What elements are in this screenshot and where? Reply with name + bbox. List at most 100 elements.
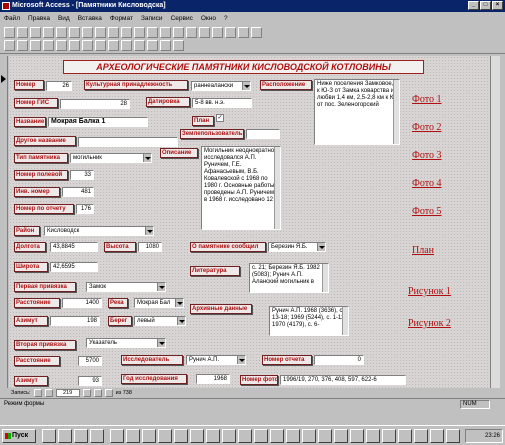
sort-asc-icon[interactable] <box>147 27 158 38</box>
otchet-field[interactable]: 176 <box>76 204 94 214</box>
opis-memo[interactable]: Могильник неоднократно исследовался А.П.… <box>201 146 281 230</box>
print-icon[interactable] <box>30 27 41 38</box>
risunok-1-link[interactable]: Рисунок 1 <box>408 286 451 297</box>
maximize-button[interactable]: □ <box>480 1 491 10</box>
taskbar-app-icon[interactable] <box>286 429 300 443</box>
shirota-field[interactable]: 42,6595 <box>50 262 98 272</box>
print-preview-icon[interactable] <box>43 27 54 38</box>
menu-file[interactable]: Файл <box>4 15 20 22</box>
foto-2-link[interactable]: Фото 2 <box>412 122 442 133</box>
save-icon[interactable] <box>17 27 28 38</box>
current-record-field[interactable]: 219 <box>55 389 80 397</box>
soobsh-combobox[interactable]: Березин Я.Б. <box>268 242 326 252</box>
datirovka-field[interactable]: 5-8 вв. н.э. <box>192 98 252 108</box>
special-effect-icon[interactable] <box>173 40 184 51</box>
taskbar-app-icon[interactable] <box>58 429 72 443</box>
gis-field[interactable]: 28 <box>60 99 130 109</box>
plan-checkbox[interactable]: ✓ <box>216 114 224 122</box>
chevron-down-icon[interactable] <box>143 154 151 162</box>
chevron-down-icon[interactable] <box>145 227 153 235</box>
font-icon[interactable] <box>17 40 28 51</box>
taskbar-app-icon[interactable] <box>110 429 124 443</box>
kult-combobox[interactable]: раннеалански <box>191 81 251 91</box>
raion-combobox[interactable]: Кисловодск <box>44 226 154 236</box>
other-name-field[interactable] <box>78 137 178 147</box>
taskbar-app-icon[interactable] <box>254 429 268 443</box>
paste-icon[interactable] <box>95 27 106 38</box>
chevron-down-icon[interactable] <box>177 317 185 325</box>
taskbar-app-icon[interactable] <box>350 429 364 443</box>
taskbar-app-icon[interactable] <box>398 429 412 443</box>
find-icon[interactable] <box>186 27 197 38</box>
issl-combobox[interactable]: Рунич А.П. <box>186 355 246 365</box>
copy-icon[interactable] <box>82 27 93 38</box>
menu-insert[interactable]: Вставка <box>78 15 102 22</box>
start-button[interactable]: Пуск <box>2 429 36 443</box>
taskbar-app-icon[interactable] <box>382 429 396 443</box>
chevron-down-icon[interactable] <box>317 243 325 251</box>
cut-icon[interactable] <box>69 27 80 38</box>
taskbar-app-icon[interactable] <box>414 429 428 443</box>
align-left-icon[interactable] <box>82 40 93 51</box>
rast1-field[interactable]: 1400 <box>62 298 102 308</box>
object-select-icon[interactable] <box>4 40 15 51</box>
risunok-2-link[interactable]: Рисунок 2 <box>408 318 451 329</box>
memo-scrollbar[interactable] <box>274 147 280 229</box>
chevron-down-icon[interactable] <box>157 339 165 347</box>
help-icon[interactable] <box>251 27 262 38</box>
taskbar-app-icon[interactable] <box>222 429 236 443</box>
taskbar-app-icon[interactable] <box>74 429 88 443</box>
menu-records[interactable]: Записи <box>141 15 163 22</box>
priv2-combobox[interactable]: Указатель <box>86 338 166 348</box>
close-button[interactable]: × <box>492 1 503 10</box>
undo-icon[interactable] <box>121 27 132 38</box>
menu-format[interactable]: Формат <box>110 15 133 22</box>
vertical-scrollbar[interactable] <box>490 56 500 388</box>
rast2-field[interactable]: 5700 <box>78 356 102 366</box>
god-field[interactable]: 1968 <box>196 374 230 384</box>
last-record-icon[interactable] <box>93 389 102 397</box>
chevron-down-icon[interactable] <box>242 82 250 90</box>
format-painter-icon[interactable] <box>108 27 119 38</box>
minimize-button[interactable]: _ <box>468 1 479 10</box>
taskbar-app-icon[interactable] <box>158 429 172 443</box>
taskbar-app-icon[interactable] <box>238 429 252 443</box>
taskbar-app-icon[interactable] <box>206 429 220 443</box>
taskbar-app-icon[interactable] <box>126 429 140 443</box>
database-window-icon[interactable] <box>225 27 236 38</box>
nomer-field[interactable]: 26 <box>46 81 72 91</box>
type-combobox[interactable]: могильник <box>70 153 152 163</box>
raspol-memo[interactable]: Ниже поселения Замковое, к Ю-З от Замка … <box>314 79 400 145</box>
design-view-icon[interactable] <box>4 27 15 38</box>
italic-icon[interactable] <box>56 40 67 51</box>
taskbar-app-icon[interactable] <box>302 429 316 443</box>
arch-memo[interactable]: Рунич А.П. 1968 (3636), с. 13-18; 1969 (… <box>269 306 349 336</box>
taskbar-app-icon[interactable] <box>190 429 204 443</box>
polevoi-field[interactable]: 33 <box>70 170 94 180</box>
line-color-icon[interactable] <box>147 40 158 51</box>
taskbar-app-icon[interactable] <box>42 429 56 443</box>
taskbar-app-icon[interactable] <box>270 429 284 443</box>
first-record-icon[interactable] <box>33 389 42 397</box>
new-object-icon[interactable] <box>238 27 249 38</box>
new-record-nav-icon[interactable] <box>104 389 113 397</box>
taskbar-app-icon[interactable] <box>446 429 460 443</box>
plan-link[interactable]: План <box>412 245 434 256</box>
nomotch-field[interactable]: 0 <box>314 355 364 365</box>
chevron-down-icon[interactable] <box>175 299 183 307</box>
taskbar-app-icon[interactable] <box>174 429 188 443</box>
bold-icon[interactable] <box>43 40 54 51</box>
underline-icon[interactable] <box>69 40 80 51</box>
menu-tools[interactable]: Сервис <box>171 15 193 22</box>
taskbar-app-icon[interactable] <box>142 429 156 443</box>
taskbar-app-icon[interactable] <box>334 429 348 443</box>
chevron-down-icon[interactable] <box>237 356 245 364</box>
line-width-icon[interactable] <box>160 40 171 51</box>
zemle-field[interactable] <box>246 129 280 139</box>
menu-view[interactable]: Вид <box>58 15 70 22</box>
foto-field[interactable]: 1996/19, 270, 376, 408, 597, 622-6 <box>280 375 406 385</box>
azim1-field[interactable]: 198 <box>50 316 100 326</box>
foto-5-link[interactable]: Фото 5 <box>412 206 442 217</box>
lit-memo[interactable]: с. 21; Березин Я.Б. 1982 (5083); Рунич А… <box>249 263 329 293</box>
inv-field[interactable]: 481 <box>62 187 94 197</box>
